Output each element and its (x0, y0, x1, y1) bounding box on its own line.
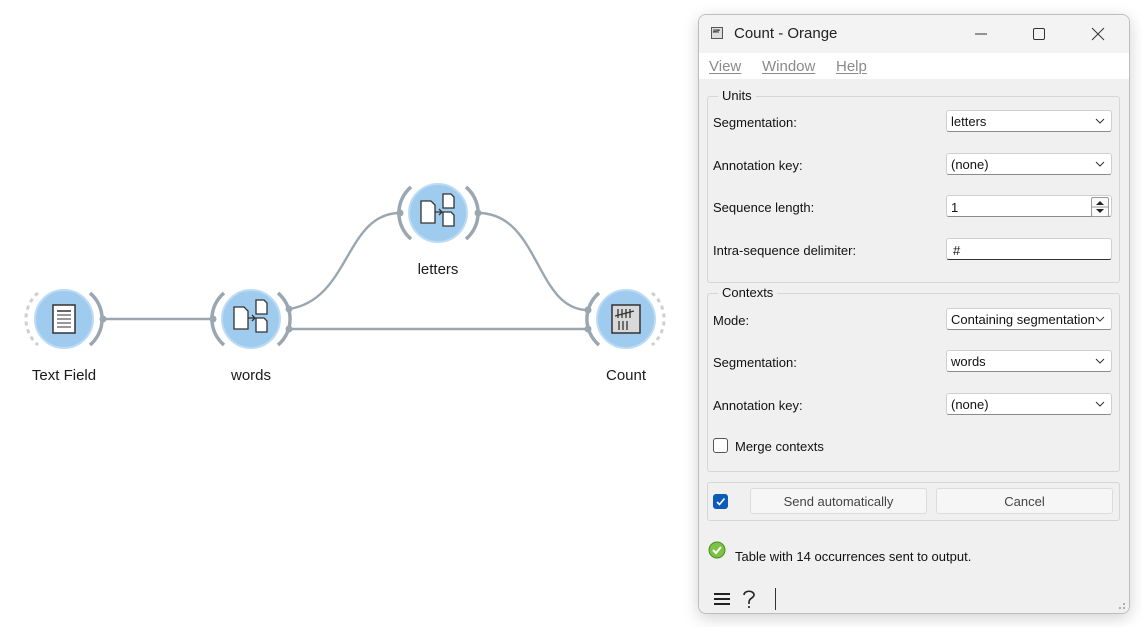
sequence-length-label: Sequence length: (713, 200, 815, 215)
units-segmentation-label: Segmentation: (713, 115, 797, 130)
maximize-icon (1033, 28, 1045, 40)
delimiter-input[interactable]: # (946, 238, 1112, 260)
bottom-bar-separator (775, 588, 776, 610)
chevron-down-icon (1095, 401, 1105, 407)
question-icon[interactable] (742, 589, 756, 609)
check-icon (716, 497, 726, 506)
menu-view[interactable]: View (709, 58, 741, 75)
bottom-bar (699, 584, 1129, 613)
links (103, 211, 589, 331)
app-icon (711, 27, 723, 39)
title-bar[interactable]: Count - Orange (699, 15, 1129, 53)
sequence-length-spinbox[interactable]: 1 (946, 195, 1112, 217)
status-message: Table with 14 occurrences sent to output… (735, 549, 972, 564)
mode-select[interactable]: Containing segmentation (946, 308, 1112, 330)
count-window: Count - Orange View Window Help Units Se… (698, 14, 1130, 614)
cancel-button[interactable]: Cancel (936, 488, 1113, 514)
units-group: Units Segmentation: letters Annotation k… (707, 88, 1120, 283)
spin-buttons[interactable] (1091, 197, 1109, 217)
units-group-title: Units (718, 88, 756, 103)
chevron-down-icon (1095, 118, 1105, 124)
node-words[interactable] (210, 289, 292, 349)
auto-send-checkbox[interactable] (713, 494, 728, 509)
menu-window[interactable]: Window (762, 58, 815, 75)
node-label-count: Count (605, 367, 647, 384)
window-title: Count - Orange (734, 25, 838, 42)
contexts-annotation-label: Annotation key: (713, 398, 803, 413)
send-automatically-button[interactable]: Send automatically (750, 488, 927, 514)
node-label-words: words (230, 367, 271, 384)
close-icon (1091, 27, 1105, 41)
contexts-group-title: Contexts (718, 285, 778, 300)
menu-help[interactable]: Help (836, 58, 867, 75)
chevron-down-icon (1095, 316, 1105, 322)
units-segmentation-select[interactable]: letters (946, 110, 1112, 132)
hamburger-icon[interactable] (713, 591, 731, 607)
chevron-down-icon (1095, 358, 1105, 364)
node-label-text-field: Text Field (31, 367, 97, 384)
node-text-field[interactable] (24, 289, 104, 349)
resize-grip-icon[interactable] (1116, 600, 1126, 610)
units-annotation-label: Annotation key: (713, 158, 803, 173)
minimize-button[interactable] (961, 23, 1001, 45)
link-anchors (99, 209, 592, 333)
contexts-segmentation-select[interactable]: words (946, 350, 1112, 372)
spin-arrows-icon (1092, 201, 1108, 213)
merge-contexts-checkbox[interactable] (713, 438, 728, 453)
actions-group: Send automatically Cancel (707, 482, 1120, 521)
menu-bar: View Window Help (699, 53, 1129, 79)
mode-label: Mode: (713, 313, 750, 328)
units-annotation-select[interactable]: (none) (946, 153, 1112, 175)
document-icon (52, 304, 76, 334)
check-circle-icon (708, 541, 726, 559)
delimiter-label: Intra-sequence delimiter: (713, 243, 857, 258)
close-button[interactable] (1078, 23, 1118, 45)
tally-icon (611, 304, 641, 334)
node-count[interactable] (585, 289, 666, 349)
node-label-letters: letters (417, 261, 459, 278)
contexts-annotation-select[interactable]: (none) (946, 393, 1112, 415)
merge-contexts-label: Merge contexts (735, 439, 824, 454)
chevron-down-icon (1095, 161, 1105, 167)
maximize-button[interactable] (1019, 23, 1059, 45)
contexts-segmentation-label: Segmentation: (713, 355, 797, 370)
node-letters[interactable] (397, 183, 480, 243)
contexts-group: Contexts Mode: Containing segmentation S… (707, 285, 1120, 472)
minimize-icon (975, 33, 987, 35)
